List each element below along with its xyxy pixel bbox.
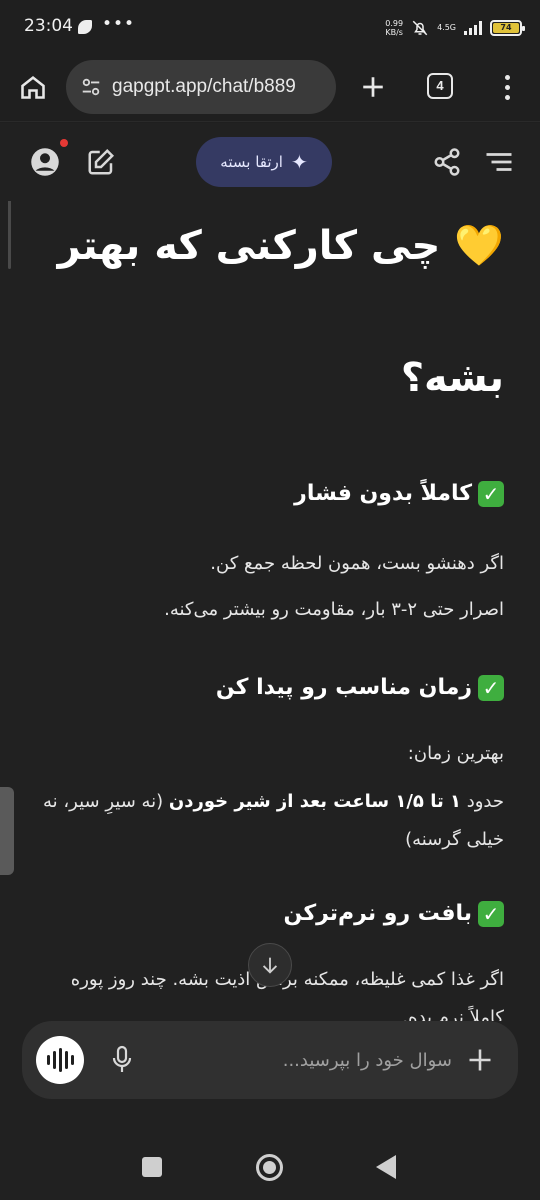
home-icon (21, 76, 45, 99)
microphone-icon[interactable] (110, 1045, 134, 1075)
more-vert-icon (504, 74, 510, 80)
notification-dot (60, 139, 68, 147)
home-button[interactable] (256, 1154, 283, 1181)
new-tab-button[interactable] (356, 70, 390, 104)
more-notifications-icon: ••• (102, 14, 136, 34)
battery-level: 74 (493, 23, 519, 33)
waveform-icon (46, 1055, 50, 1065)
network-speed-value: 0.99 (385, 19, 404, 28)
tab-switcher-button[interactable]: 4 (427, 73, 453, 99)
browser-menu-button[interactable] (494, 70, 520, 104)
browser-toolbar: gapgpt.app/chat/b889 4 (0, 52, 540, 122)
sparkle-icon: ✦ (290, 150, 308, 174)
upgrade-plan-button[interactable]: ✦ ارتقا بسته (196, 137, 332, 187)
system-nav-bar (0, 1125, 540, 1200)
paragraph-line: اگر دهنشو بست، همون لحظه جمع کن. (210, 553, 504, 574)
section-heading-text: زمان مناسب رو پیدا کن (215, 675, 472, 700)
add-attachment-icon[interactable] (466, 1046, 494, 1074)
status-bar: 23:04 ••• 0.99 KB/s 4.5G 74 (0, 0, 540, 52)
chat-content[interactable]: 💛 چی کارکنی که بهتر بشه؟ ✓کاملاً بدون فش… (0, 201, 540, 1021)
network-speed-unit: KB/s (385, 28, 403, 37)
profile-avatar-icon[interactable] (30, 147, 60, 177)
network-speed: 0.99 KB/s (385, 19, 403, 37)
paragraph: حدود ۱ تا ۱/۵ ساعت بعد از شیر خوردن (نه … (34, 783, 504, 859)
arrow-down-icon (262, 957, 278, 974)
new-chat-edit-icon[interactable] (86, 147, 116, 177)
status-indicators: 0.99 KB/s 4.5G 74 (385, 16, 525, 40)
address-bar[interactable]: gapgpt.app/chat/b889 (66, 60, 336, 114)
check-mark-icon: ✓ (478, 481, 504, 507)
voice-mode-button[interactable] (36, 1036, 84, 1084)
message-input[interactable] (152, 1041, 452, 1079)
message-title-line1: 💛 چی کارکنی که بهتر (57, 223, 504, 269)
paragraph-line: بهترین زمان: (407, 743, 504, 764)
site-settings-icon[interactable] (80, 76, 102, 98)
signal-icon (464, 21, 482, 35)
section-heading: ✓بافت رو نرم‌ترکن (284, 901, 504, 927)
scrollbar-thumb[interactable] (0, 787, 14, 875)
back-button[interactable] (376, 1155, 396, 1179)
browser-home-button[interactable] (16, 70, 50, 104)
check-mark-icon: ✓ (478, 675, 504, 701)
recents-button[interactable] (142, 1157, 162, 1177)
section-heading-text: کاملاً بدون فشار (294, 481, 472, 506)
network-type: 4.5G (437, 23, 456, 32)
status-time: 23:04 (24, 16, 73, 36)
scroll-to-bottom-button[interactable] (248, 943, 292, 987)
section-heading: ✓کاملاً بدون فشار (294, 481, 504, 507)
scroll-indicator (8, 201, 11, 269)
menu-hamburger-icon[interactable] (484, 147, 514, 177)
bell-off-icon (412, 20, 428, 36)
composer (22, 1021, 518, 1099)
plus-icon (363, 77, 383, 97)
section-heading: ✓زمان مناسب رو پیدا کن (216, 675, 504, 701)
paragraph-text: حدود (460, 791, 504, 812)
section-heading-text: بافت رو نرم‌ترکن (283, 901, 472, 926)
app-header: ✦ ارتقا بسته (0, 123, 540, 201)
url-text: gapgpt.app/chat/b889 (112, 76, 296, 97)
battery-icon: 74 (490, 20, 525, 36)
paragraph-bold-text: ۱ تا ۱/۵ ساعت بعد از شیر خوردن (168, 791, 461, 812)
leaf-notification-icon (78, 20, 92, 34)
message-title-line2: بشه؟ (400, 355, 504, 401)
share-icon[interactable] (432, 147, 462, 177)
upgrade-plan-label: ارتقا بسته (220, 153, 283, 171)
composer-area (0, 1021, 540, 1125)
check-mark-icon: ✓ (478, 901, 504, 927)
paragraph-line: اصرار حتی ۲-۳ بار، مقاومت رو بیشتر می‌کن… (164, 599, 504, 620)
